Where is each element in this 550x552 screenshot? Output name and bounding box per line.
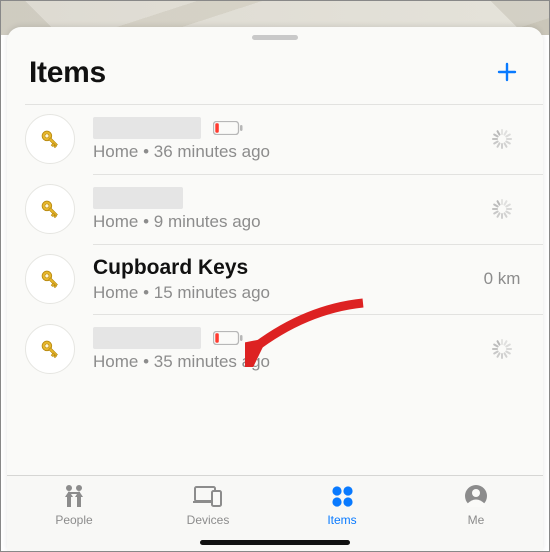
tab-label: People bbox=[55, 513, 92, 527]
item-body: Cupboard Keys Home • 15 minutes ago bbox=[93, 256, 477, 303]
tab-items[interactable]: Items bbox=[275, 482, 409, 527]
sheet-header: Items bbox=[7, 46, 543, 104]
plus-icon bbox=[495, 60, 519, 84]
tab-label: Devices bbox=[187, 513, 230, 527]
list-item[interactable]: Home • 35 minutes ago bbox=[7, 314, 543, 384]
tab-label: Items bbox=[327, 513, 356, 527]
key-icon bbox=[25, 114, 75, 164]
key-icon bbox=[25, 324, 75, 374]
item-body: Home • 35 minutes ago bbox=[93, 327, 477, 372]
screen: Items Home • 36 minutes ago bbox=[0, 0, 550, 552]
tab-bar: People Devices Items Me bbox=[7, 475, 543, 551]
low-battery-icon bbox=[213, 121, 243, 135]
me-icon bbox=[461, 482, 491, 510]
item-name-redacted bbox=[93, 117, 201, 139]
item-body: Home • 36 minutes ago bbox=[93, 117, 477, 162]
key-icon bbox=[25, 254, 75, 304]
add-item-button[interactable] bbox=[493, 56, 521, 90]
list-item[interactable]: Home • 36 minutes ago bbox=[7, 104, 543, 174]
item-subtext: Home • 15 minutes ago bbox=[93, 283, 477, 303]
home-indicator[interactable] bbox=[200, 540, 350, 545]
item-name: Cupboard Keys bbox=[93, 256, 248, 280]
item-body: Home • 9 minutes ago bbox=[93, 187, 477, 232]
item-subtext: Home • 9 minutes ago bbox=[93, 212, 477, 232]
loading-spinner-icon bbox=[492, 199, 512, 219]
item-distance: 0 km bbox=[484, 269, 521, 289]
item-trailing bbox=[477, 199, 527, 219]
people-icon bbox=[59, 482, 89, 510]
devices-icon bbox=[193, 482, 223, 510]
item-name-redacted bbox=[93, 187, 183, 209]
items-icon bbox=[327, 482, 357, 510]
item-trailing bbox=[477, 339, 527, 359]
low-battery-icon bbox=[213, 331, 243, 345]
items-list: Home • 36 minutes ago Home • 9 mi bbox=[7, 104, 543, 475]
key-icon bbox=[25, 184, 75, 234]
item-trailing: 0 km bbox=[477, 269, 527, 289]
tab-people[interactable]: People bbox=[7, 482, 141, 527]
list-item[interactable]: Cupboard Keys Home • 15 minutes ago 0 km bbox=[7, 244, 543, 314]
item-name-redacted bbox=[93, 327, 201, 349]
item-subtext: Home • 36 minutes ago bbox=[93, 142, 477, 162]
loading-spinner-icon bbox=[492, 129, 512, 149]
tab-me[interactable]: Me bbox=[409, 482, 543, 527]
items-sheet: Items Home • 36 minutes ago bbox=[7, 27, 543, 551]
page-title: Items bbox=[29, 56, 106, 90]
loading-spinner-icon bbox=[492, 339, 512, 359]
sheet-grabber[interactable] bbox=[252, 35, 298, 40]
item-subtext: Home • 35 minutes ago bbox=[93, 352, 477, 372]
item-trailing bbox=[477, 129, 527, 149]
tab-label: Me bbox=[468, 513, 485, 527]
list-item[interactable]: Home • 9 minutes ago bbox=[7, 174, 543, 244]
tab-devices[interactable]: Devices bbox=[141, 482, 275, 527]
